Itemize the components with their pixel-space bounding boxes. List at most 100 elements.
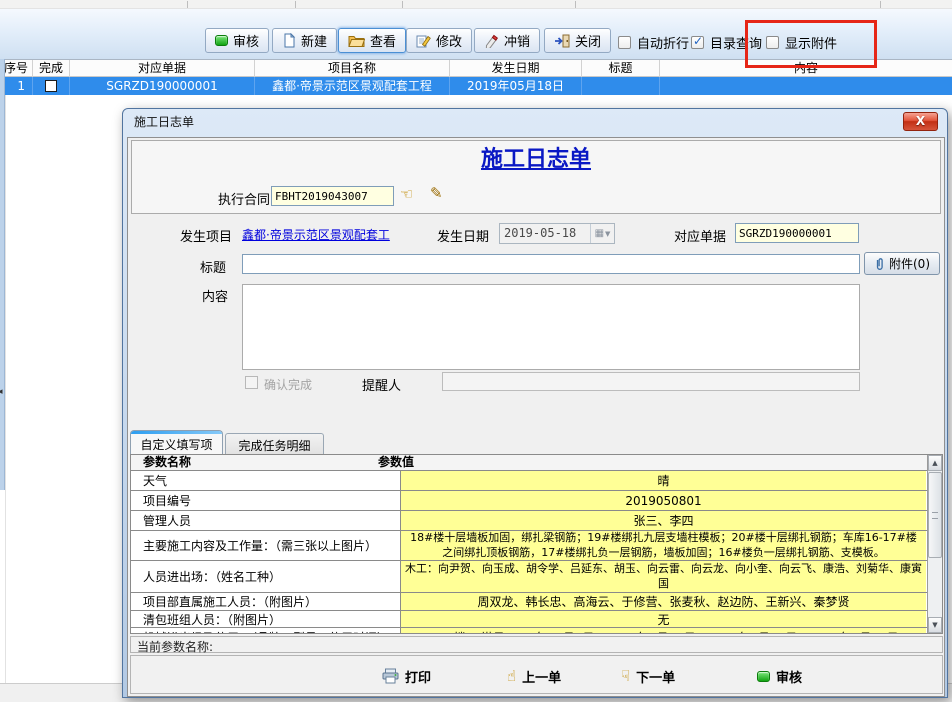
table-row: 清包班组人员：（附图片） 无 xyxy=(131,611,927,628)
construction-log-dialog: 施工日志单 X 施工日志单 执行合同 ☜ ✎ 发生项目 鑫都·帝景示范区景观配套… xyxy=(122,108,948,698)
hand-select-icon[interactable]: ☜ xyxy=(400,187,413,202)
column-tick xyxy=(880,1,881,8)
print-button[interactable]: 打印 xyxy=(382,665,431,687)
param-value[interactable]: 晴 xyxy=(401,471,926,490)
approve-button-label: 审核 xyxy=(233,31,259,50)
new-button[interactable]: 新建 xyxy=(272,28,337,53)
row-doc-no: SGRZD190000001 xyxy=(70,77,255,95)
calendar-dropdown-icon[interactable]: ▦▼ xyxy=(590,224,614,243)
row-date: 2019年05月18日 xyxy=(450,77,582,95)
column-tick xyxy=(187,1,188,8)
column-header-project[interactable]: 项目名称 xyxy=(255,60,450,77)
approve-icon xyxy=(757,671,770,682)
table-row[interactable]: 1 SGRZD190000001 鑫都·帝景示范区景观配套工程 2019年05月… xyxy=(0,77,952,95)
scroll-down-icon[interactable]: ▼ xyxy=(928,617,942,633)
table-row: 天气 晴 xyxy=(131,471,927,491)
column-header-doc[interactable]: 对应单据 xyxy=(70,60,255,77)
approve-button[interactable]: 审核 xyxy=(205,28,269,53)
param-value[interactable]: 2019050801 xyxy=(401,491,926,510)
pen-edit-icon[interactable]: ✎ xyxy=(430,186,443,201)
column-tick xyxy=(402,1,403,8)
close-button-label: 关闭 xyxy=(575,31,601,50)
dialog-close-button[interactable]: X xyxy=(903,112,938,131)
column-header-date[interactable]: 发生日期 xyxy=(450,60,582,77)
page-title: 施工日志单 xyxy=(481,147,591,172)
doc-label: 对应单据 xyxy=(674,226,726,245)
confirm-complete-checkbox xyxy=(245,376,258,389)
param-name: 管理人员 xyxy=(131,511,401,530)
tab-task-detail[interactable]: 完成任务明细 xyxy=(225,433,324,454)
reminder-field xyxy=(442,372,860,391)
dialog-footer: 打印 ☝ 上一单 ☟ 下一单 审核 xyxy=(130,655,943,694)
param-value[interactable]: 张三、李四 xyxy=(401,511,926,530)
column-header-done[interactable]: 完成 xyxy=(33,60,70,77)
reminder-label: 提醒人 xyxy=(362,375,401,394)
hand-down-icon: ☟ xyxy=(621,669,630,684)
close-button[interactable]: 关闭 xyxy=(544,28,611,53)
param-name: 机械进出场及使用：（品牌、型号、使用时间） xyxy=(131,628,401,634)
param-name: 人员进出场：（姓名工种） xyxy=(131,561,401,592)
tab-custom-fields[interactable]: 自定义填写项 xyxy=(130,430,223,454)
hand-up-icon: ☝ xyxy=(507,669,516,684)
next-record-button[interactable]: ☟ 下一单 xyxy=(621,665,675,687)
column-tick xyxy=(575,1,576,8)
row-done-checkbox[interactable] xyxy=(45,80,57,92)
param-table: 参数名称 参数值 天气 晴 项目编号 2019050801 管理人员 张三、李四… xyxy=(130,454,943,634)
date-picker[interactable]: 2019-05-18 ▦▼ xyxy=(499,223,615,244)
scrollbar-thumb[interactable] xyxy=(928,472,942,558)
modify-button-label: 修改 xyxy=(436,31,462,50)
attachment-button[interactable]: 附件(0) xyxy=(864,252,940,275)
param-value[interactable]: 18#楼十层墙板加固，绑扎梁钢筋；19#楼绑扎九层支墙柱模板；20#楼十层绑扎钢… xyxy=(401,531,926,560)
scroll-up-icon[interactable]: ▲ xyxy=(928,455,942,471)
top-strip xyxy=(0,0,952,9)
table-row: 项目部直属施工人员：（附图片） 周双龙、韩长忠、高海云、于修营、张麦秋、赵边防、… xyxy=(131,593,927,611)
title-field[interactable] xyxy=(242,254,860,274)
contract-field[interactable] xyxy=(271,186,394,206)
param-table-header: 参数名称 参数值 xyxy=(131,455,942,471)
param-table-scrollbar[interactable]: ▲ ▼ xyxy=(927,455,942,633)
param-value[interactable]: 18#楼40塔吊2018年12月1日—2019年1月20日；2019年3月19日… xyxy=(401,628,926,634)
dialog-titlebar[interactable]: 施工日志单 xyxy=(123,109,947,136)
autowrap-checkbox-box[interactable] xyxy=(618,36,631,49)
writeoff-pencil-icon xyxy=(484,33,499,48)
content-field[interactable] xyxy=(242,284,860,370)
table-row: 人员进出场：（姓名工种） 木工：向尹贺、向玉成、胡令学、吕延东、胡玉、向云雷、向… xyxy=(131,561,927,593)
previous-record-button[interactable]: ☝ 上一单 xyxy=(507,665,561,687)
autowrap-checkbox-label: 自动折行 xyxy=(637,33,689,52)
catalog-query-checkbox-box[interactable] xyxy=(691,36,704,49)
row-done-cell xyxy=(33,77,70,95)
param-value-header: 参数值 xyxy=(378,455,414,470)
tab-task-detail-label: 完成任务明细 xyxy=(238,439,310,453)
param-value[interactable]: 木工：向尹贺、向玉成、胡令学、吕延东、胡玉、向云雷、向云龙、向小奎、向云飞、康浩… xyxy=(401,561,926,592)
param-value[interactable]: 周双龙、韩长忠、高海云、于修营、张麦秋、赵边防、王新兴、秦梦贤 xyxy=(401,593,926,610)
param-name: 项目部直属施工人员：（附图片） xyxy=(131,593,401,610)
param-value[interactable]: 无 xyxy=(401,611,926,627)
param-table-rows: 天气 晴 项目编号 2019050801 管理人员 张三、李四 主要施工内容及工… xyxy=(131,471,927,634)
attachment-button-label: 附件(0) xyxy=(889,255,930,272)
param-name-header: 参数名称 xyxy=(143,455,191,470)
approve-record-button[interactable]: 审核 xyxy=(757,665,802,687)
project-link[interactable]: 鑫都·帝景示范区景观配套工 xyxy=(242,226,390,243)
modify-button[interactable]: 修改 xyxy=(406,28,472,53)
tab-custom-fields-label: 自定义填写项 xyxy=(140,438,212,452)
approve-record-label: 审核 xyxy=(776,667,802,686)
view-button[interactable]: 查看 xyxy=(338,28,406,53)
left-panel-splitter[interactable] xyxy=(0,59,5,490)
row-content xyxy=(660,77,952,95)
doc-field[interactable] xyxy=(735,223,859,243)
autowrap-checkbox[interactable]: 自动折行 xyxy=(618,35,689,50)
title-label: 标题 xyxy=(200,257,226,276)
column-header-title[interactable]: 标题 xyxy=(582,60,660,77)
confirm-complete-label: 确认完成 xyxy=(264,376,312,393)
column-tick xyxy=(295,1,296,8)
writeoff-button[interactable]: 冲销 xyxy=(474,28,540,53)
param-name: 主要施工内容及工作量：（需三张以上图片） xyxy=(131,531,401,560)
contract-band: 执行合同 ☜ ✎ xyxy=(131,179,941,214)
writeoff-button-label: 冲销 xyxy=(504,31,530,50)
table-row: 项目编号 2019050801 xyxy=(131,491,927,511)
row-project: 鑫都·帝景示范区景观配套工程 xyxy=(255,77,450,95)
table-row: 机械进出场及使用：（品牌、型号、使用时间） 18#楼40塔吊2018年12月1日… xyxy=(131,628,927,634)
date-label: 发生日期 xyxy=(437,226,489,245)
dialog-body: 施工日志单 执行合同 ☜ ✎ 发生项目 鑫都·帝景示范区景观配套工 发生日期 2… xyxy=(127,137,945,697)
date-value: 2019-05-18 xyxy=(500,224,590,243)
